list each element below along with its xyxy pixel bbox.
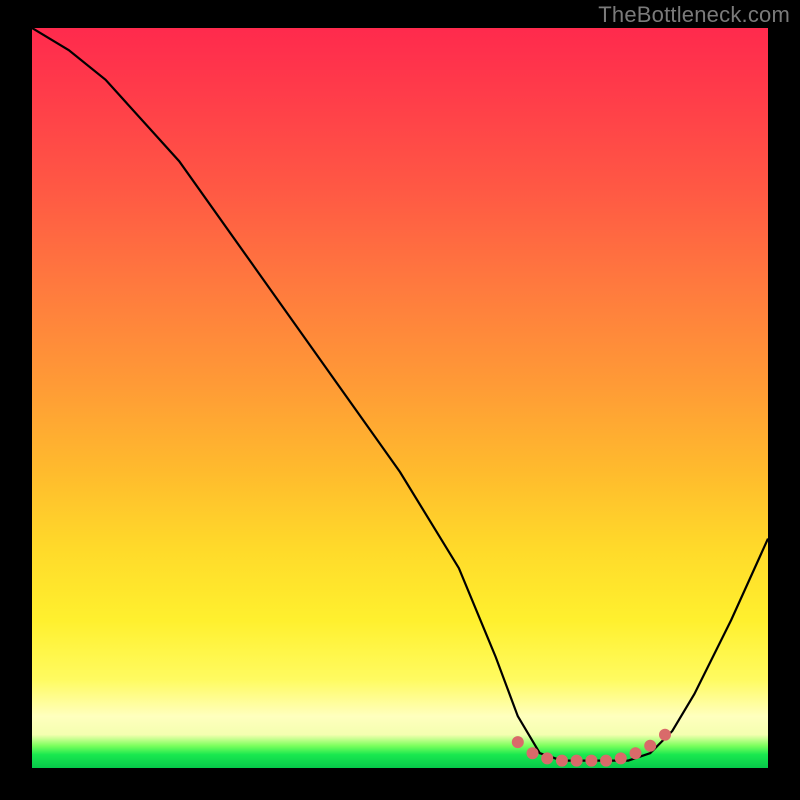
plot-area xyxy=(32,28,768,768)
chart-frame: TheBottleneck.com xyxy=(0,0,800,800)
optimal-range-dot xyxy=(645,740,656,751)
optimal-range-dot xyxy=(571,755,582,766)
optimal-range-dot xyxy=(512,737,523,748)
optimal-range-dot xyxy=(527,748,538,759)
optimal-range-dot xyxy=(586,755,597,766)
optimal-range-dot xyxy=(601,755,612,766)
optimal-range-dot xyxy=(615,753,626,764)
optimal-range-dot xyxy=(556,755,567,766)
chart-svg xyxy=(32,28,768,768)
optimal-range-dot xyxy=(660,729,671,740)
bottleneck-curve-line xyxy=(32,28,768,761)
optimal-range-dot xyxy=(630,748,641,759)
optimal-range-dot xyxy=(542,753,553,764)
watermark-text: TheBottleneck.com xyxy=(598,2,790,28)
